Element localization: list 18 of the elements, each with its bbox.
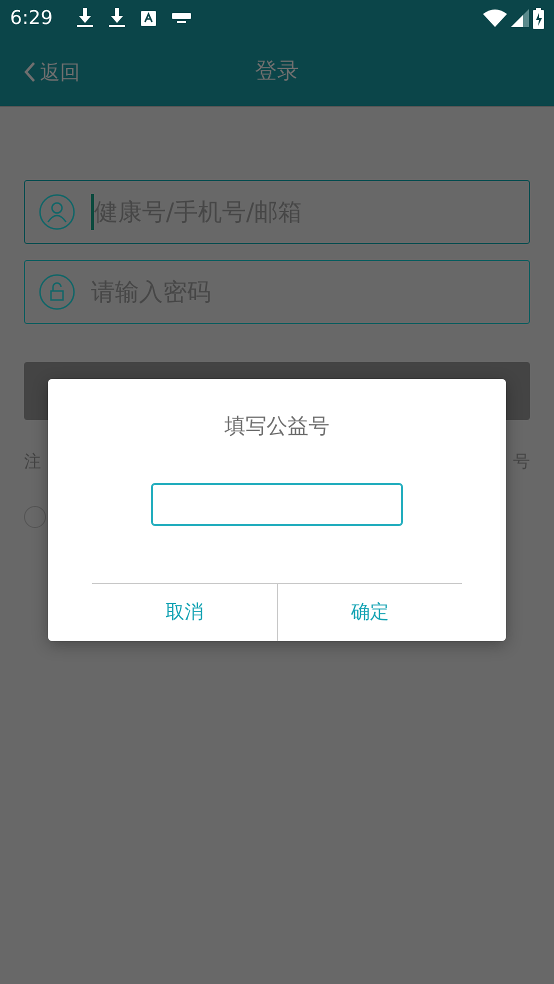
dialog-button[interactable]: 确定 [276,584,462,641]
dialog-title: 填写公益号 [224,413,330,440]
wifi-icon [483,9,507,27]
chevron-left-icon [24,62,36,82]
battery-icon [533,8,544,28]
signal-icon [511,9,529,27]
dialog-button[interactable]: 取消 [92,584,276,641]
status-time: 6:29 [10,6,53,31]
download-icon [108,8,125,28]
keyboard-letter-icon [140,10,156,26]
lock-icon [39,274,75,310]
keyboard-icon [172,13,191,23]
user-icon [39,194,75,230]
radio-button[interactable] [24,506,46,528]
text-input[interactable] [151,482,403,526]
download-icon [76,8,93,28]
back-button[interactable]: 返回 [0,36,80,107]
page-title: 登录 [255,59,299,84]
